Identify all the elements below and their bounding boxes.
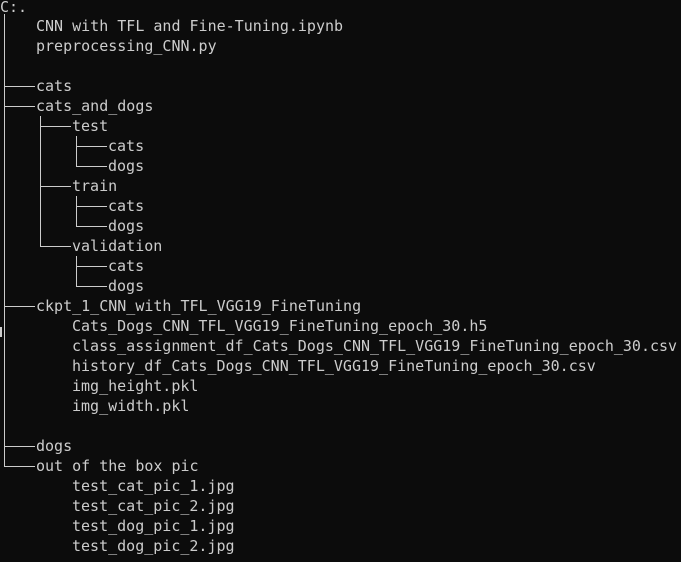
tree-item-model-file: Cats_Dogs_CNN_TFL_VGG19_FineTuning_epoch… (72, 317, 488, 335)
tree-connector (76, 286, 107, 287)
tree-item-train-dogs-folder: dogs (108, 217, 145, 235)
tree-connector (76, 256, 77, 287)
tree-item-cats-and-dogs-folder: cats_and_dogs (36, 97, 154, 115)
tree-item-test-dogs-folder: dogs (108, 157, 145, 175)
tree-connector (76, 146, 107, 147)
terminal-window: C:. CNN with TFL and Fine-Tuning.ipynb p… (0, 0, 681, 562)
tree-item-test-cat-pic-2: test_cat_pic_2.jpg (72, 497, 235, 515)
tree-item-validation-cats-folder: cats (108, 257, 145, 275)
tree-connector (40, 246, 71, 247)
tree-item-out-of-box-folder: out of the box pic (36, 457, 199, 475)
tree-connector (76, 166, 107, 167)
text-cursor-mark (0, 327, 2, 337)
tree-item-train-folder: train (72, 177, 118, 195)
tree-connector (4, 446, 35, 447)
tree-item-train-cats-folder: cats (108, 197, 145, 215)
tree-item-dogs-folder: dogs (36, 437, 73, 455)
tree-item-python-file: preprocessing_CNN.py (36, 37, 217, 55)
tree-connector (40, 116, 41, 247)
tree-connector (76, 136, 77, 167)
tree-connector (76, 226, 107, 227)
tree-item-test-dog-pic-1: test_dog_pic_1.jpg (72, 517, 235, 535)
tree-connector (40, 186, 71, 187)
tree-item-img-height-file: img_height.pkl (72, 377, 199, 395)
tree-item-class-assignment-file: class_assignment_df_Cats_Dogs_CNN_TFL_VG… (72, 337, 678, 355)
tree-connector (76, 206, 107, 207)
tree-item-img-width-file: img_width.pkl (72, 397, 190, 415)
tree-item-validation-dogs-folder: dogs (108, 277, 145, 295)
tree-item-history-file: history_df_Cats_Dogs_CNN_TFL_VGG19_FineT… (72, 357, 596, 375)
tree-item-test-cats-folder: cats (108, 137, 145, 155)
tree-item-checkpoint-folder: ckpt_1_CNN_with_TFL_VGG19_FineTuning (36, 297, 362, 315)
tree-item-test-cat-pic-1: test_cat_pic_1.jpg (72, 477, 235, 495)
tree-connector (4, 466, 35, 467)
tree-connector (76, 196, 77, 227)
tree-item-cats-folder: cats (36, 77, 73, 95)
tree-connector (40, 126, 71, 127)
tree-connector (4, 86, 35, 87)
tree-item-notebook-file: CNN with TFL and Fine-Tuning.ipynb (36, 17, 344, 35)
tree-connector (4, 14, 5, 467)
tree-connector (4, 106, 35, 107)
tree-connector (4, 306, 35, 307)
tree-item-test-folder: test (72, 117, 109, 135)
tree-connector (76, 266, 107, 267)
tree-item-test-dog-pic-2: test_dog_pic_2.jpg (72, 537, 235, 555)
tree-item-validation-folder: validation (72, 237, 163, 255)
